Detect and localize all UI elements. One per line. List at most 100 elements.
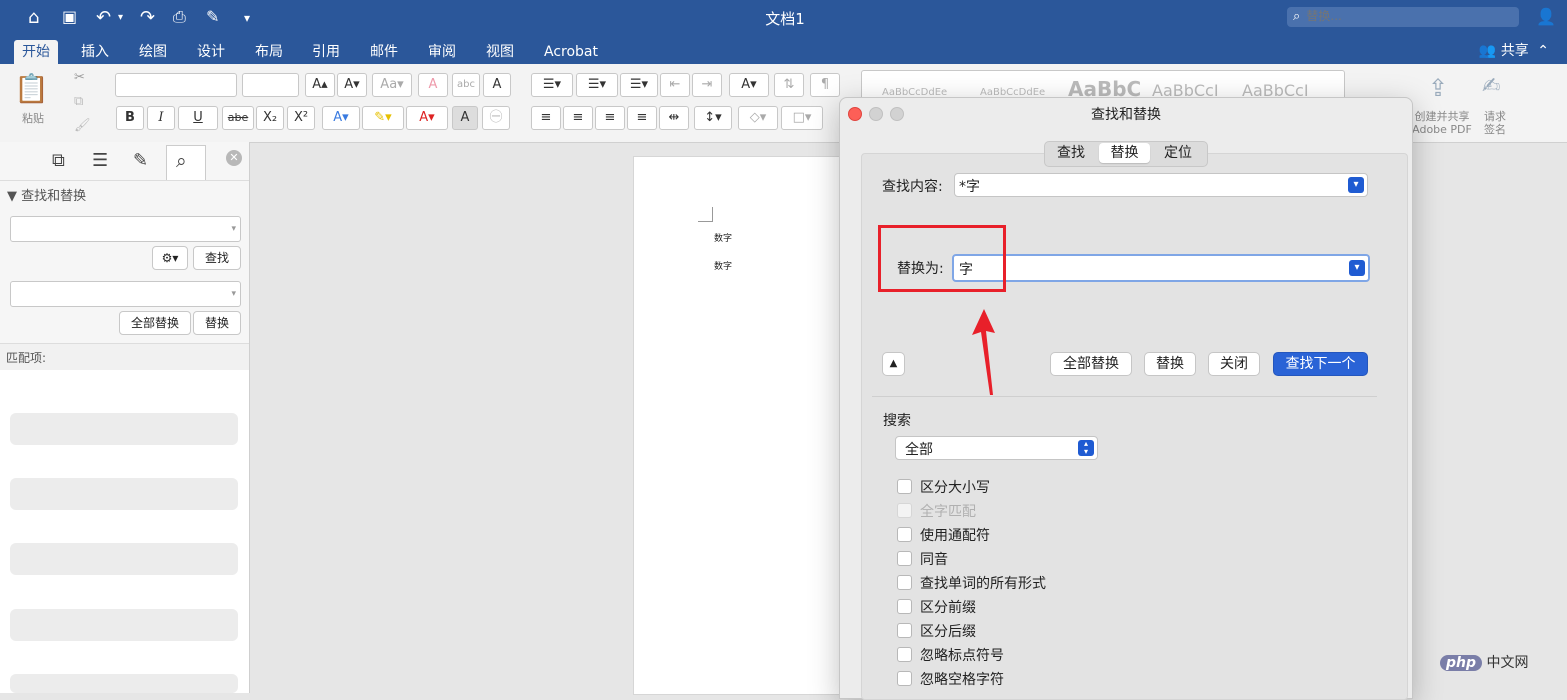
format-painter-icon[interactable]: 🖌 [74, 118, 91, 133]
grow-font-button[interactable]: A▴ [305, 73, 335, 97]
numbering-button[interactable]: ☰▾ [576, 73, 618, 97]
option-match-prefix[interactable]: 区分前缀 [897, 598, 976, 618]
char-border-button[interactable]: A [483, 73, 511, 97]
checkbox[interactable] [897, 551, 912, 566]
pane-replace-input[interactable]: ▾ [10, 281, 241, 307]
subscript-button[interactable]: X₂ [256, 106, 284, 130]
request-signature-icon[interactable]: ✍ [1482, 74, 1500, 99]
line-spacing-button[interactable]: ↕▾ [694, 106, 732, 130]
multilevel-list-button[interactable]: ☰▾ [620, 73, 658, 97]
phonetic-button[interactable]: abc [452, 73, 480, 97]
ribbon-tab-view[interactable]: 视图 [478, 40, 522, 64]
undo-dropdown-icon[interactable]: ▾ [118, 12, 123, 23]
collapse-ribbon-icon[interactable]: ⌃ [1537, 43, 1549, 59]
text-effects-button[interactable]: A▾ [322, 106, 360, 130]
justify-button[interactable]: ≡ [627, 106, 657, 130]
search-scope-select[interactable]: 全部 ▴ ▾ [895, 436, 1098, 460]
shading-button[interactable]: ◇▾ [738, 106, 778, 130]
find-what-combo[interactable]: *字 ▾ [954, 173, 1368, 197]
replace-dropdown-chevron-icon[interactable]: ▾ [1349, 260, 1365, 276]
checkbox[interactable] [897, 527, 912, 542]
updown-chevron-icon[interactable]: ▴ ▾ [1078, 440, 1094, 456]
borders-button[interactable]: □▾ [781, 106, 823, 130]
search-pane-tab[interactable]: ⌕ [166, 145, 206, 180]
outline-icon[interactable]: ☰ [92, 150, 108, 171]
search-input[interactable] [1304, 8, 1499, 24]
align-left-button[interactable]: ≡ [531, 106, 561, 130]
edits-icon[interactable]: ✎ [133, 150, 148, 171]
show-marks-button[interactable]: ¶ [810, 73, 840, 97]
account-icon[interactable]: 👤 [1536, 7, 1556, 26]
bold-button[interactable]: B [116, 106, 144, 130]
tab-replace[interactable]: 替换 [1099, 143, 1150, 163]
sort-button[interactable]: ⇅ [774, 73, 804, 97]
print-icon[interactable]: ⎙ [173, 7, 186, 27]
option-sounds-like[interactable]: 同音 [897, 550, 948, 570]
clear-format-button[interactable]: A [418, 73, 448, 97]
enclosed-char-button[interactable]: ㊀ [482, 106, 510, 130]
find-dropdown-chevron-icon[interactable]: ▾ [1348, 177, 1364, 193]
collapse-options-button[interactable]: ▲ [882, 352, 905, 376]
char-shading-button[interactable]: A [452, 106, 478, 130]
redo-icon[interactable]: ↷ [140, 7, 155, 28]
replace-all-button[interactable]: 全部替换 [1050, 352, 1132, 376]
share-button[interactable]: 👥 共享 ⌃ [1479, 40, 1549, 60]
document-line[interactable]: 数字 [714, 231, 732, 244]
tab-find[interactable]: 查找 [1046, 141, 1096, 165]
ribbon-tab-review[interactable]: 审阅 [420, 40, 464, 64]
increase-indent-button[interactable]: ⇥ [692, 73, 722, 97]
tab-goto[interactable]: 定位 [1153, 141, 1203, 165]
ribbon-tab-draw[interactable]: 绘图 [131, 40, 175, 64]
document-line[interactable]: 数字 [714, 259, 732, 272]
edit-icon[interactable]: ✎ [206, 7, 219, 26]
find-what-value[interactable]: *字 [959, 176, 980, 196]
checkbox[interactable] [897, 479, 912, 494]
undo-icon[interactable]: ↶ [96, 7, 111, 28]
underline-button[interactable]: U [178, 106, 218, 130]
search-box[interactable]: ⌕ [1287, 7, 1519, 27]
ribbon-tab-layout[interactable]: 布局 [247, 40, 291, 64]
cut-icon[interactable]: ✂ [74, 70, 85, 85]
document-page[interactable]: 数字 数字 [633, 156, 845, 695]
ribbon-tab-acrobat[interactable]: Acrobat [536, 40, 606, 64]
bullets-button[interactable]: ☰▾ [531, 73, 573, 97]
find-replace-section-title[interactable]: ▼ 查找和替换 [7, 185, 86, 204]
option-ignore-whitespace[interactable]: 忽略空格字符 [897, 670, 1004, 690]
pane-replace-button[interactable]: 替换 [193, 311, 241, 335]
create-share-pdf-icon[interactable]: ⇪ [1428, 74, 1448, 102]
align-right-button[interactable]: ≡ [595, 106, 625, 130]
strikethrough-button[interactable]: abe [222, 106, 254, 130]
highlight-button[interactable]: ✎▾ [362, 106, 404, 130]
font-size-combo[interactable] [242, 73, 299, 97]
checkbox[interactable] [897, 647, 912, 662]
close-button[interactable]: 关闭 [1208, 352, 1260, 376]
customize-toolbar-icon[interactable]: ▾ [244, 11, 250, 25]
find-history-chevron-icon[interactable]: ▾ [231, 217, 236, 241]
ribbon-tab-insert[interactable]: 插入 [73, 40, 117, 64]
replace-with-combo[interactable]: 字 ▾ [952, 254, 1370, 282]
distribute-button[interactable]: ⇹ [659, 106, 689, 130]
checkbox[interactable] [897, 623, 912, 638]
decrease-indent-button[interactable]: ⇤ [660, 73, 690, 97]
option-match-case[interactable]: 区分大小写 [897, 478, 990, 498]
change-case-button[interactable]: Aa▾ [372, 73, 412, 97]
copy-icon[interactable]: ⧉ [74, 94, 83, 109]
superscript-button[interactable]: X² [287, 106, 315, 130]
pane-replace-all-button[interactable]: 全部替换 [119, 311, 191, 335]
option-ignore-punctuation[interactable]: 忽略标点符号 [897, 646, 1004, 666]
option-match-suffix[interactable]: 区分后缀 [897, 622, 976, 642]
ribbon-tab-mailings[interactable]: 邮件 [362, 40, 406, 64]
replace-history-chevron-icon[interactable]: ▾ [231, 282, 236, 306]
checkbox[interactable] [897, 575, 912, 590]
pane-find-button[interactable]: 查找 [193, 246, 241, 270]
option-all-word-forms[interactable]: 查找单词的所有形式 [897, 574, 1046, 594]
checkbox[interactable] [897, 671, 912, 686]
ribbon-tab-design[interactable]: 设计 [189, 40, 233, 64]
shrink-font-button[interactable]: A▾ [337, 73, 367, 97]
find-next-button[interactable]: 查找下一个 [1273, 352, 1368, 376]
clipboard-icon[interactable]: 📋 [14, 72, 49, 105]
find-options-button[interactable]: ⚙▾ [152, 246, 188, 270]
ribbon-tab-references[interactable]: 引用 [304, 40, 348, 64]
asian-layout-button[interactable]: A▾ [729, 73, 769, 97]
close-pane-icon[interactable]: ✕ [226, 150, 242, 166]
